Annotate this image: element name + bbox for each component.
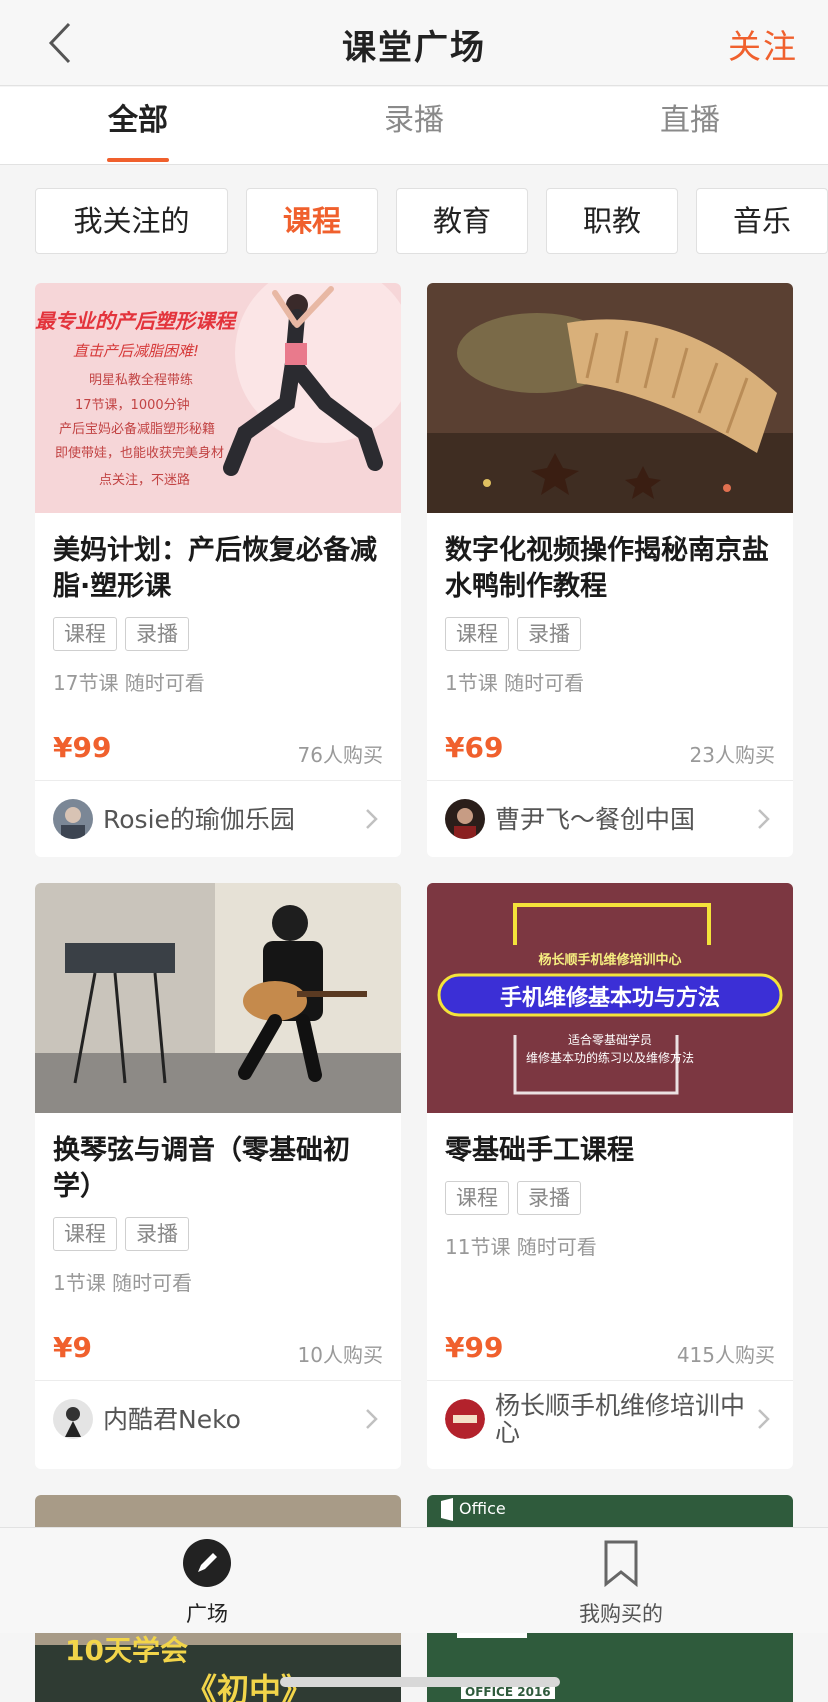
thumb-text: Office: [459, 1499, 506, 1518]
course-meta: 11节课 随时可看: [445, 1235, 597, 1259]
page-title: 课堂广场: [342, 28, 486, 68]
chip-vocational[interactable]: 职教: [546, 188, 678, 254]
buyer-count: 10人购买: [297, 1343, 383, 1367]
course-price: ¥9: [53, 1331, 92, 1364]
chevron-right-icon: [758, 809, 770, 829]
tab-bar: 全部 录播 直播: [0, 87, 828, 165]
course-title: 换琴弦与调音（零基础初学）: [53, 1135, 350, 1202]
thumb-text: 即使带娃，也能收获完美身材: [55, 446, 225, 461]
thumb-text: 维修基本功的练习以及维修方法: [525, 1051, 694, 1065]
tab-recorded[interactable]: 录播: [276, 87, 552, 164]
bookmark-icon: [604, 1540, 638, 1588]
course-thumbnail: 最专业的产后塑形课程 直击产后减脂困难! 明星私教全程带练 17节课，1000分…: [35, 283, 401, 513]
follow-button[interactable]: 关注: [728, 20, 798, 68]
chip-music[interactable]: 音乐: [696, 188, 828, 254]
nav-square-label: 广场: [186, 1602, 228, 1626]
chevron-right-icon: [758, 1409, 770, 1429]
nav-purchased-label: 我购买的: [579, 1602, 663, 1626]
course-title: 美妈计划：产后恢复必备减脂·塑形课: [53, 535, 377, 602]
tag: 录播: [517, 1181, 581, 1215]
category-filter: 我关注的 课程 教育 职教 音乐: [35, 188, 828, 254]
chip-course[interactable]: 课程: [246, 188, 378, 254]
avatar: [445, 1399, 485, 1439]
course-tags: 课程 录播: [445, 617, 581, 651]
pen-circle-icon: [183, 1539, 231, 1587]
buyer-count: 415人购买: [676, 1343, 775, 1367]
nav-purchased[interactable]: 我购买的: [521, 1538, 721, 1628]
home-indicator: [280, 1677, 560, 1687]
course-card[interactable]: 换琴弦与调音（零基础初学） 课程 录播 1节课 随时可看 ¥9 10人购买 内酷…: [35, 883, 401, 1469]
course-meta: 17节课 随时可看: [53, 671, 205, 695]
thumb-text: 17节课，1000分钟: [75, 398, 190, 413]
thumb-headline: 手机维修基本功与方法: [499, 986, 720, 1011]
course-card[interactable]: 数字化视频操作揭秘南京盐水鸭制作教程 课程 录播 1节课 随时可看 ¥69 23…: [427, 283, 793, 857]
course-meta: 1节课 随时可看: [53, 1271, 193, 1295]
thumb-headline: 最专业的产后塑形课程: [35, 309, 235, 333]
author-name: 杨长顺手机维修培训中心: [495, 1391, 746, 1447]
thumb-text: 适合零基础学员: [567, 1033, 652, 1047]
chevron-right-icon: [366, 1409, 378, 1429]
chip-following[interactable]: 我关注的: [35, 188, 228, 254]
course-tags: 课程 录播: [53, 1217, 189, 1251]
buyer-count: 76人购买: [297, 743, 383, 767]
chip-education[interactable]: 教育: [396, 188, 528, 254]
author-row[interactable]: 内酷君Neko: [53, 1381, 383, 1457]
course-price: ¥99: [445, 1331, 504, 1364]
tag: 录播: [125, 1217, 189, 1251]
author-name: 曹尹飞～餐创中国: [495, 804, 696, 834]
thumb-text: 明星私教全程带练: [89, 373, 194, 388]
avatar: [53, 799, 93, 839]
tag: 课程: [53, 1217, 117, 1251]
tag: 录播: [125, 617, 189, 651]
thumb-org: 杨长顺手机维修培训中心: [538, 953, 682, 968]
author-row[interactable]: 杨长顺手机维修培训中心: [445, 1381, 775, 1457]
nav-square[interactable]: 广场: [107, 1538, 307, 1628]
bottom-navigation: 广场 我购买的: [0, 1527, 828, 1633]
author-row[interactable]: Rosie的瑜伽乐园: [53, 781, 383, 857]
tab-live[interactable]: 直播: [552, 87, 828, 164]
thumb-text: 10天学会: [65, 1634, 188, 1667]
course-thumbnail: [35, 883, 401, 1113]
course-price: ¥99: [53, 731, 112, 764]
avatar: [53, 1399, 93, 1439]
course-title: 数字化视频操作揭秘南京盐水鸭制作教程: [445, 535, 769, 602]
tag: 课程: [445, 617, 509, 651]
chevron-right-icon: [366, 809, 378, 829]
tag: 录播: [517, 617, 581, 651]
course-price: ¥69: [445, 731, 504, 764]
course-tags: 课程 录播: [445, 1181, 581, 1215]
navigation-bar: 课堂广场 关注: [0, 0, 828, 86]
course-tags: 课程 录播: [53, 617, 189, 651]
course-meta: 1节课 随时可看: [445, 671, 585, 695]
buyer-count: 23人购买: [689, 743, 775, 767]
tag: 课程: [53, 617, 117, 651]
avatar: [445, 799, 485, 839]
tab-all[interactable]: 全部: [0, 87, 276, 164]
thumb-subline: 直击产后减脂困难!: [73, 342, 200, 360]
course-card[interactable]: 杨长顺手机维修培训中心 手机维修基本功与方法 适合零基础学员 维修基本功的练习以…: [427, 883, 793, 1469]
thumb-text: 点关注，不迷路: [99, 473, 191, 488]
thumb-text: OFFICE 2016: [461, 1685, 555, 1699]
author-name: Rosie的瑜伽乐园: [103, 804, 295, 834]
author-name: 内酷君Neko: [103, 1404, 241, 1434]
course-thumbnail: [427, 283, 793, 513]
course-card[interactable]: 最专业的产后塑形课程 直击产后减脂困难! 明星私教全程带练 17节课，1000分…: [35, 283, 401, 857]
course-title: 零基础手工课程: [445, 1135, 634, 1166]
tag: 课程: [445, 1181, 509, 1215]
author-row[interactable]: 曹尹飞～餐创中国: [445, 781, 775, 857]
course-thumbnail: 杨长顺手机维修培训中心 手机维修基本功与方法 适合零基础学员 维修基本功的练习以…: [427, 883, 793, 1113]
thumb-text: 产后宝妈必备减脂塑形秘籍: [59, 422, 216, 437]
